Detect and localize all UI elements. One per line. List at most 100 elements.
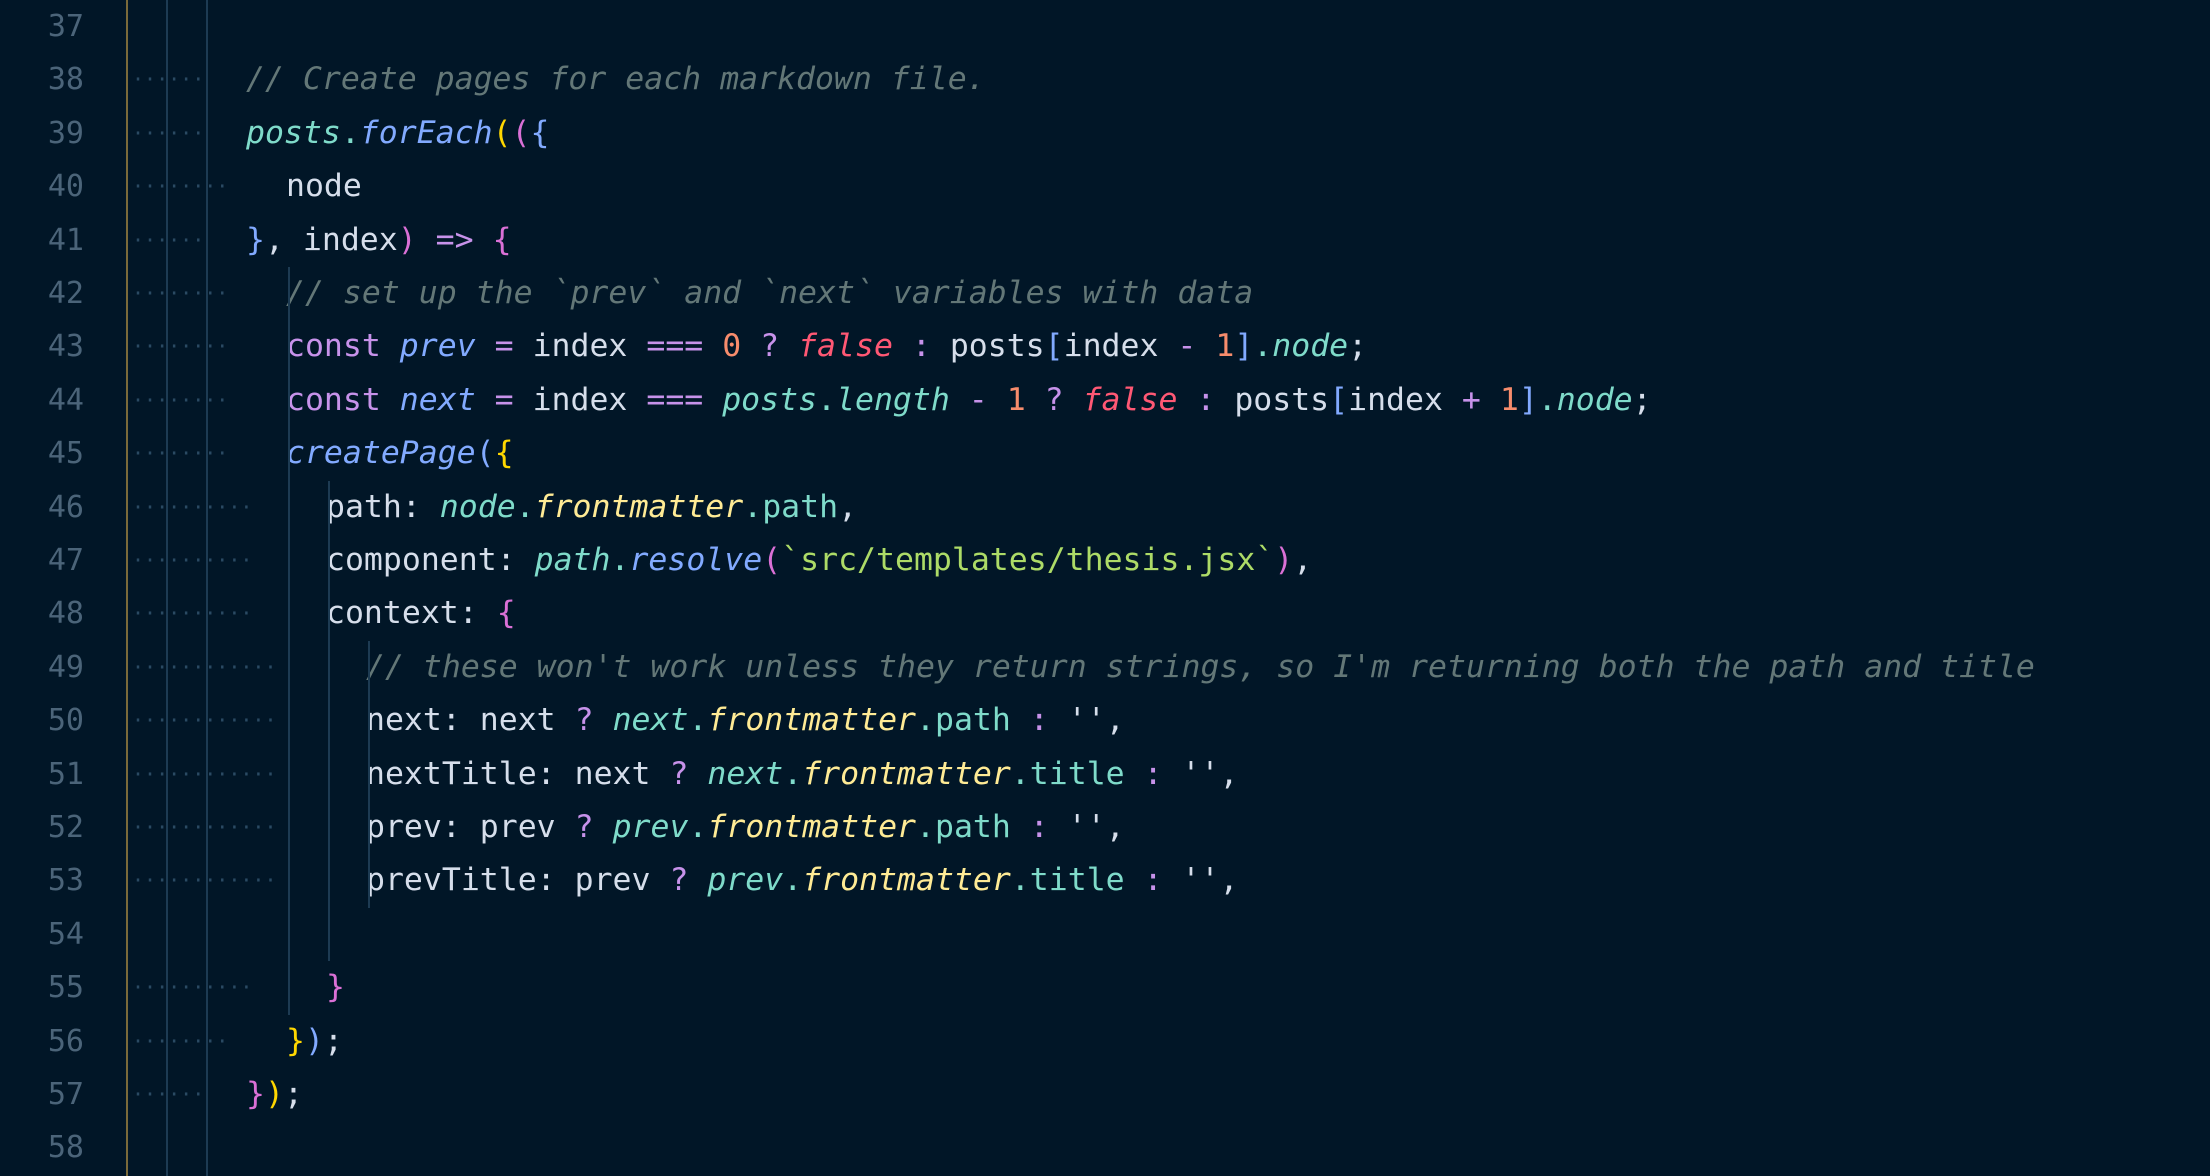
code-token: {	[530, 114, 550, 151]
code-token: prev	[612, 809, 689, 845]
whitespace-markers: ······	[132, 227, 205, 252]
code-token: (	[511, 114, 531, 151]
code-token: prevTitle: prev	[366, 862, 670, 899]
code-line[interactable]: ············ nextTitle: next ? next.front…	[0, 748, 2210, 801]
code-line[interactable]: ············ prevTitle: prev ? prev.front…	[0, 854, 2210, 907]
code-line[interactable]: ········ const next = index === posts.len…	[0, 374, 2210, 427]
code-line[interactable]: ········ const prev = index === 0 ? false…	[0, 320, 2210, 373]
code-token: ''	[1181, 862, 1220, 899]
code-line[interactable]: ········ createPage({	[0, 427, 2210, 480]
code-text: prevTitle: prev ? prev.frontmatter.title…	[366, 854, 1238, 907]
code-token: =	[475, 328, 533, 365]
code-line[interactable]	[0, 908, 2210, 961]
whitespace-markers: ········	[132, 441, 229, 466]
code-token: ,	[1105, 702, 1125, 739]
code-text: }, index) => {	[246, 214, 512, 267]
code-token: {	[492, 221, 512, 258]
code-line[interactable]: ······ // Create pages for each markdown …	[0, 53, 2210, 106]
code-line[interactable]	[0, 0, 2210, 53]
code-token: const	[286, 328, 400, 365]
code-token: ?	[1025, 381, 1083, 418]
code-token: node	[439, 488, 516, 525]
code-token: ''	[1067, 702, 1106, 739]
code-line[interactable]	[0, 1121, 2210, 1174]
whitespace-markers: ······	[132, 120, 205, 145]
code-token: frontmatter	[707, 702, 917, 739]
whitespace-markers: ············	[132, 815, 277, 839]
code-line[interactable]: ········});	[0, 1015, 2210, 1068]
code-token: length	[836, 381, 950, 418]
code-token: =>	[416, 221, 493, 258]
code-token: index	[532, 381, 647, 418]
code-line[interactable]: ·········· context: {	[0, 587, 2210, 640]
code-token: prev	[399, 328, 476, 365]
code-token: .	[1010, 755, 1030, 792]
code-text: // Create pages for each markdown file.	[246, 53, 986, 106]
code-token: :	[1010, 809, 1068, 845]
code-line[interactable]: ·········· path: node.frontmatter.path,	[0, 481, 2210, 534]
code-text: next: next ? next.frontmatter.path : '',	[366, 694, 1125, 747]
code-token: nextTitle: next	[366, 755, 670, 792]
code-token: false	[1082, 381, 1178, 418]
code-line[interactable]: ········ node	[0, 160, 2210, 213]
code-token: // these won't work unless they return s…	[366, 648, 2035, 685]
code-token: createPage	[286, 435, 476, 472]
code-token: ]	[1518, 381, 1538, 418]
code-token: frontmatter	[802, 862, 1011, 899]
code-token: node	[1272, 328, 1349, 365]
whitespace-markers: ········	[132, 1028, 229, 1053]
whitespace-markers: ············	[132, 868, 277, 893]
code-token: component:	[326, 542, 535, 578]
whitespace-markers: ······	[132, 1082, 205, 1106]
code-token: frontmatter	[534, 488, 744, 525]
code-token: ;	[283, 1076, 303, 1112]
code-token: :	[1177, 381, 1235, 418]
code-token: posts	[1234, 381, 1330, 418]
whitespace-markers: ··········	[132, 494, 253, 519]
code-token: )	[304, 1022, 324, 1059]
code-line[interactable]: ··········}	[0, 961, 2210, 1014]
code-token: }	[246, 1076, 265, 1112]
code-token: .	[783, 755, 803, 792]
whitespace-markers: ··········	[132, 975, 253, 1000]
code-text: nextTitle: next ? next.frontmatter.title…	[366, 748, 1238, 801]
code-token: node	[286, 168, 362, 205]
code-token: ;	[1632, 381, 1652, 418]
code-text: path: node.frontmatter.path,	[326, 481, 857, 534]
indent-guide	[288, 267, 290, 1015]
code-token: false	[798, 328, 893, 365]
code-line[interactable]: ············ next: next ? next.frontmatte…	[0, 694, 2210, 747]
code-line[interactable]: ········ // set up the `prev` and `next` …	[0, 267, 2210, 320]
code-token: .	[688, 702, 708, 739]
whitespace-markers: ··········	[132, 548, 253, 572]
code-line[interactable]: ······ posts.forEach(({	[0, 107, 2210, 160]
code-token: // Create pages for each markdown file.	[246, 61, 986, 98]
code-token: path:	[326, 488, 440, 525]
code-token: -	[949, 381, 1007, 418]
code-line[interactable]: ······});	[0, 1068, 2210, 1121]
code-token: index	[1348, 381, 1462, 418]
whitespace-markers: ········	[132, 334, 229, 359]
code-line[interactable]: ·········· component: path.resolve(`src/t…	[0, 534, 2210, 587]
code-token: next	[399, 381, 476, 418]
code-token: :	[1124, 862, 1182, 899]
code-line[interactable]: ······ }, index) => {	[0, 214, 2210, 267]
code-token: ;	[323, 1022, 343, 1059]
code-text: node	[286, 160, 362, 213]
code-token: ''	[1181, 755, 1220, 792]
code-token: 0	[722, 328, 742, 365]
code-token: // set up the `prev` and `next` variable…	[286, 275, 1254, 311]
code-token: path	[934, 702, 1011, 739]
code-text: context: {	[326, 587, 516, 640]
code-token: , index	[264, 221, 398, 258]
code-line[interactable]: ············ // these won't work unless t…	[0, 641, 2210, 694]
code-token: .	[1253, 328, 1273, 365]
code-token: ,	[1219, 862, 1239, 899]
code-token: +	[1461, 381, 1500, 418]
code-editor[interactable]: 37 38 39 40 41 42 43 44 45 46 47 48 49 50 51 52 53 54 55 56…	[0, 0, 2210, 1176]
code-token: ;	[1348, 328, 1368, 365]
code-text: }	[326, 961, 345, 1014]
code-token: ''	[1067, 809, 1106, 845]
code-line[interactable]: ············ prev: prev ? prev.frontmatte…	[0, 801, 2210, 854]
code-token: path	[762, 488, 839, 525]
